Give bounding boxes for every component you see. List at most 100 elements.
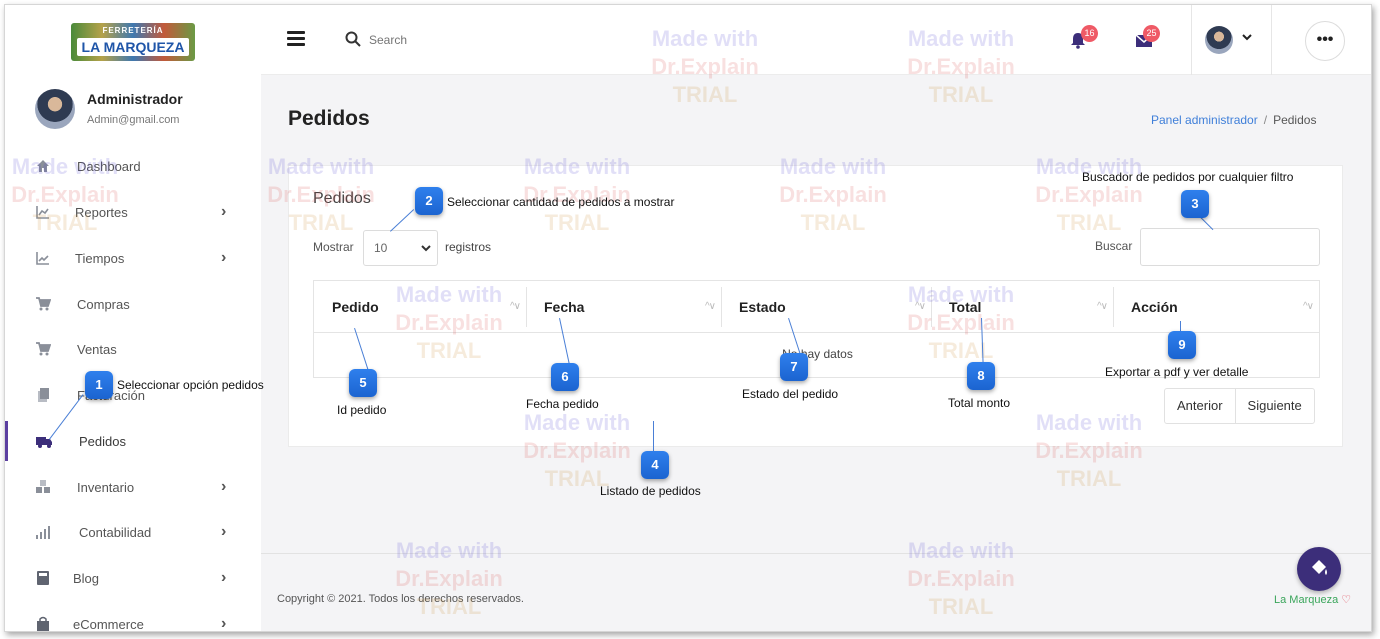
book-icon (35, 570, 51, 586)
sidebar-item-compras[interactable]: Compras (5, 284, 261, 324)
chevron-down-icon (421, 231, 431, 278)
home-icon (35, 158, 51, 174)
callout-marker: 7 (780, 353, 808, 381)
callout-marker: 8 (967, 362, 995, 390)
column-label: Estado (739, 299, 786, 315)
chevron-right-icon: › (221, 569, 227, 586)
trend-icon (35, 250, 51, 266)
boxes-icon (35, 479, 51, 495)
footer-brand[interactable]: La Marqueza ♡ (1274, 593, 1351, 606)
search-input[interactable] (369, 29, 529, 51)
divider (1271, 5, 1272, 75)
sidebar-item-pedidos[interactable]: Pedidos (5, 421, 261, 461)
sidebar-item-contabilidad[interactable]: Contabilidad › (5, 512, 261, 552)
previous-page-button[interactable]: Anterior (1165, 389, 1235, 423)
callout-marker: 4 (641, 451, 669, 479)
card-title: Pedidos (313, 190, 371, 207)
cart-icon (35, 296, 52, 312)
sidebar-item-label: eCommerce (73, 616, 144, 632)
sidebar-item-label: Blog (73, 570, 100, 586)
chevron-right-icon: › (221, 249, 227, 266)
documents-icon (35, 387, 51, 403)
callout-label: Fecha pedido (526, 397, 599, 411)
column-header-total[interactable]: Total ^∨ (931, 281, 1113, 333)
active-indicator (5, 421, 8, 461)
callout-marker: 5 (349, 369, 377, 397)
top-navbar: 16 25 ••• (261, 5, 1371, 75)
sidebar-item-tiempos[interactable]: Tiempos › (5, 238, 261, 278)
more-options-button[interactable]: ••• (1305, 21, 1345, 61)
avatar[interactable] (1205, 26, 1233, 54)
sidebar: FERRETERÍA LA MARQUEZA Administrador Adm… (5, 5, 261, 632)
search-label: Buscar (1095, 239, 1133, 253)
sort-icon: ^∨ (914, 301, 926, 312)
sidebar-item-label: Inventario (77, 479, 135, 495)
sort-icon: ^∨ (509, 301, 521, 312)
breadcrumb: Panel administrador / Pedidos (1151, 113, 1316, 127)
store-logo[interactable]: FERRETERÍA LA MARQUEZA (71, 23, 195, 61)
sort-icon: ^∨ (1302, 301, 1314, 312)
sidebar-item-label: Compras (77, 296, 130, 312)
footer: Copyright © 2021. Todos los derechos res… (261, 553, 1371, 631)
paint-bucket-icon (1312, 560, 1327, 575)
callout-label: Seleccionar cantidad de pedidos a mostra… (447, 195, 675, 209)
sort-icon: ^∨ (704, 301, 716, 312)
notifications-badge: 16 (1081, 25, 1098, 42)
column-header-pedido[interactable]: Pedido ^∨ (314, 281, 526, 333)
breadcrumb-current: Pedidos (1273, 113, 1317, 127)
theme-customizer-button[interactable] (1297, 547, 1341, 591)
sidebar-item-dashboard[interactable]: Dashboard (5, 146, 261, 186)
callout-label: Total monto (948, 396, 1011, 410)
chevron-right-icon: › (221, 203, 227, 220)
page-title: Pedidos (288, 107, 370, 130)
callout-label: Exportar a pdf y ver detalle (1105, 365, 1249, 379)
chevron-right-icon: › (221, 478, 227, 495)
sidebar-item-label: Dashboard (77, 158, 141, 174)
callout-label: Buscador de pedidos por cualquier filtro (1082, 170, 1294, 184)
divider (1191, 5, 1192, 75)
logo-subtitle: FERRETERÍA (102, 26, 164, 35)
sidebar-item-label: Reportes (75, 204, 128, 220)
column-header-fecha[interactable]: Fecha ^∨ (526, 281, 721, 333)
truck-icon (35, 433, 52, 449)
menu-toggle-icon[interactable] (287, 31, 305, 47)
sidebar-item-reportes[interactable]: Reportes › (5, 192, 261, 232)
sidebar-item-label: Contabilidad (79, 524, 152, 540)
cart-icon (35, 341, 52, 357)
callout-marker: 3 (1181, 190, 1209, 218)
sidebar-item-inventario[interactable]: Inventario › (5, 467, 261, 507)
app-window: FERRETERÍA LA MARQUEZA Administrador Adm… (4, 4, 1372, 632)
messages-badge: 25 (1143, 25, 1160, 42)
sidebar-item-ecommerce[interactable]: eCommerce › (5, 604, 261, 632)
sidebar-item-blog[interactable]: Blog › (5, 558, 261, 598)
chevron-right-icon: › (221, 523, 227, 540)
sidebar-item-label: Ventas (77, 341, 117, 357)
callout-label: Seleccionar opción pedidos (117, 378, 264, 392)
callout-marker: 6 (551, 363, 579, 391)
column-label: Total (949, 299, 982, 315)
sidebar-item-label: Pedidos (79, 433, 126, 449)
column-label: Fecha (544, 299, 585, 315)
search-icon[interactable] (345, 31, 361, 47)
callout-marker: 9 (1168, 331, 1196, 359)
signal-icon (35, 524, 51, 540)
chevron-down-icon[interactable] (1241, 31, 1253, 45)
callout-label: Estado del pedido (742, 387, 839, 401)
column-label: Pedido (332, 299, 379, 315)
chevron-right-icon: › (221, 615, 227, 632)
page-length-value: 10 (374, 241, 388, 255)
column-header-accion[interactable]: Acción ^∨ (1113, 281, 1319, 333)
chart-icon (35, 204, 51, 220)
next-page-button[interactable]: Siguiente (1236, 389, 1314, 423)
copyright-text: Copyright © 2021. Todos los derechos res… (277, 593, 524, 605)
sidebar-item-ventas[interactable]: Ventas (5, 329, 261, 369)
length-suffix: registros (445, 240, 492, 254)
avatar[interactable] (35, 89, 75, 129)
orders-table: Pedido ^∨ Fecha ^∨ Estado ^∨ Total ^∨ Ac… (313, 280, 1320, 378)
table-search-input[interactable] (1140, 228, 1320, 266)
callout-marker: 1 (85, 371, 113, 399)
breadcrumb-link[interactable]: Panel administrador (1151, 113, 1258, 127)
sidebar-item-label: Tiempos (75, 250, 125, 266)
column-header-estado[interactable]: Estado ^∨ (721, 281, 931, 333)
page-length-select[interactable]: 10 (363, 230, 438, 266)
